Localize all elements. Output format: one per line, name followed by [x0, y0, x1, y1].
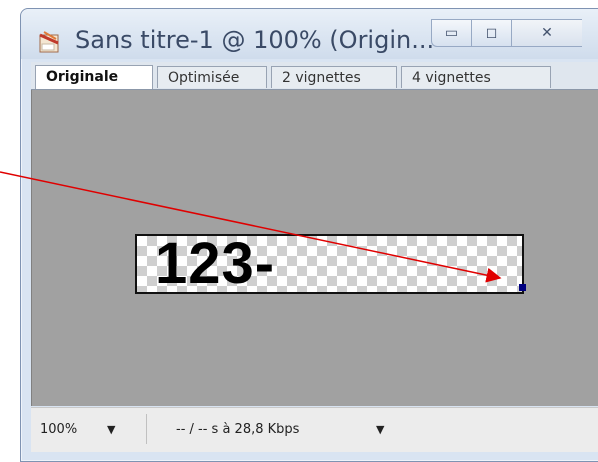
chevron-down-icon: ▼: [376, 423, 385, 436]
image-canvas[interactable]: 123-: [135, 231, 526, 296]
fireworks-document-icon: [39, 31, 59, 53]
status-bar: 100% ▼ -- / -- s à 28,8 Kbps ▼: [31, 407, 598, 452]
document-window: Sans titre-1 @ 100% (Origin... ▭ ◻ ✕ Ori…: [20, 8, 598, 462]
download-rate-value: -- / -- s à 28,8 Kbps: [176, 422, 300, 437]
maximize-icon: ◻: [485, 25, 498, 41]
tab-originale[interactable]: Originale: [35, 65, 153, 89]
canvas-area[interactable]: 123-: [31, 90, 598, 406]
tab-label: 2 vignettes: [282, 70, 361, 86]
tab-4-vignettes[interactable]: 4 vignettes: [401, 66, 551, 88]
selection-pixel: [519, 284, 526, 291]
download-rate-select[interactable]: -- / -- s à 28,8 Kbps ▼: [176, 418, 416, 442]
close-icon: ✕: [541, 25, 553, 41]
tab-label: Optimisée: [168, 70, 240, 86]
chevron-down-icon: ▼: [107, 423, 116, 436]
canvas-text: 123-: [155, 231, 276, 296]
zoom-select[interactable]: 100% ▼: [40, 418, 130, 442]
close-button[interactable]: ✕: [511, 19, 582, 47]
window-controls: ▭ ◻ ✕: [431, 19, 598, 47]
tab-label: Originale: [46, 69, 119, 85]
status-divider: [146, 414, 147, 444]
minimize-icon: ▭: [444, 25, 459, 41]
maximize-button[interactable]: ◻: [471, 19, 511, 47]
window-title: Sans titre-1 @ 100% (Origin...: [75, 26, 435, 54]
tab-2-vignettes[interactable]: 2 vignettes: [271, 66, 397, 88]
zoom-value: 100%: [40, 422, 78, 437]
tab-optimisee[interactable]: Optimisée: [157, 66, 267, 88]
view-tabs: Originale Optimisée 2 vignettes 4 vignet…: [31, 62, 598, 90]
title-bar[interactable]: Sans titre-1 @ 100% (Origin... ▭ ◻ ✕: [21, 9, 598, 59]
minimize-button[interactable]: ▭: [431, 19, 471, 47]
tab-label: 4 vignettes: [412, 70, 491, 86]
